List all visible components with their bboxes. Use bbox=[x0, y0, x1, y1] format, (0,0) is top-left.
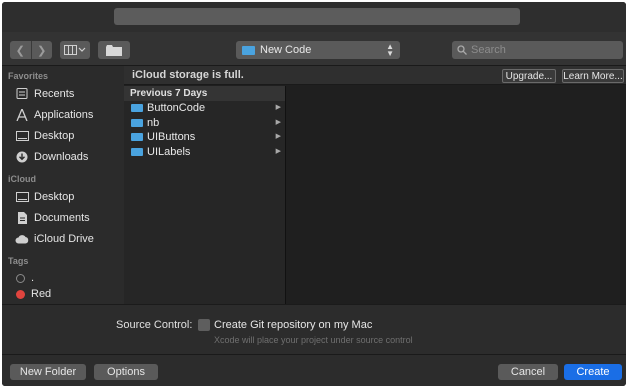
list-item[interactable]: UILabels ▶ bbox=[124, 145, 285, 160]
chevron-right-icon: ▶ bbox=[275, 118, 281, 126]
chevron-updown-icon: ▲ ▼ bbox=[386, 42, 394, 58]
source-control-label: Source Control: bbox=[116, 319, 193, 331]
sidebar-tag[interactable]: . bbox=[2, 270, 124, 286]
search-icon bbox=[457, 45, 467, 55]
sidebar-item-label: Desktop bbox=[34, 129, 75, 142]
sidebar-item-label: Documents bbox=[34, 211, 90, 224]
column-header: Previous 7 Days bbox=[124, 86, 285, 101]
location-popup[interactable]: New Code ▲ ▼ bbox=[236, 41, 400, 59]
cancel-button[interactable]: Cancel bbox=[498, 364, 558, 380]
sidebar-item-label: Applications bbox=[34, 108, 94, 121]
sidebar-item-downloads[interactable]: Downloads bbox=[2, 146, 124, 167]
folder-icon bbox=[242, 45, 255, 55]
upgrade-button[interactable]: Upgrade... bbox=[502, 69, 556, 83]
tag-dot-icon bbox=[16, 273, 25, 283]
create-button[interactable]: Create bbox=[564, 364, 622, 380]
new-folder-button[interactable]: New Folder bbox=[10, 364, 86, 380]
list-item[interactable]: ButtonCode ▶ bbox=[124, 101, 285, 116]
save-dialog: ❮ ❯ New Code ▲ ▼ Search Favorites Recent… bbox=[2, 2, 626, 386]
cloud-icon bbox=[15, 233, 29, 245]
sidebar-item-documents[interactable]: Documents bbox=[2, 207, 124, 228]
options-panel: Source Control: Create Git repository on… bbox=[2, 304, 626, 354]
learn-more-button[interactable]: Learn More... bbox=[562, 69, 624, 83]
icloud-storage-banner: iCloud storage is full. Upgrade... Learn… bbox=[124, 66, 626, 85]
sidebar-tag-red[interactable]: Red bbox=[2, 286, 124, 302]
tags-heading: Tags bbox=[8, 256, 29, 266]
folder-name: ButtonCode bbox=[147, 102, 206, 115]
sidebar-item-icloud-desktop[interactable]: Desktop bbox=[2, 186, 124, 207]
location-label: New Code bbox=[260, 44, 312, 56]
sidebar-item-desktop[interactable]: Desktop bbox=[2, 125, 124, 146]
documents-icon bbox=[15, 211, 29, 224]
list-item[interactable]: nb ▶ bbox=[124, 116, 285, 131]
options-button[interactable]: Options bbox=[94, 364, 158, 380]
sidebar: Favorites Recents Applications Desktop D… bbox=[2, 66, 124, 304]
back-icon[interactable]: ❮ bbox=[10, 41, 31, 59]
columns-view-icon bbox=[64, 45, 86, 55]
folder-icon bbox=[131, 104, 143, 113]
desktop-icon bbox=[15, 191, 29, 203]
folder-icon bbox=[131, 133, 143, 142]
browser-column: Previous 7 Days ButtonCode ▶ nb ▶ UIButt… bbox=[124, 86, 286, 304]
tag-label: Red bbox=[31, 288, 52, 300]
folder-name: nb bbox=[147, 116, 160, 129]
folder-icon bbox=[131, 118, 143, 127]
folder-icon bbox=[106, 44, 122, 56]
git-repository-checkbox[interactable] bbox=[198, 319, 210, 331]
sidebar-item-label: Recents bbox=[34, 87, 75, 100]
chevron-right-icon: ▶ bbox=[275, 133, 281, 140]
folder-name: UILabels bbox=[147, 145, 191, 158]
title-bar bbox=[2, 2, 626, 32]
project-name-field[interactable] bbox=[114, 8, 520, 25]
sidebar-item-applications[interactable]: Applications bbox=[2, 104, 124, 125]
sidebar-item-label: iCloud Drive bbox=[34, 232, 94, 245]
tag-label: . bbox=[31, 272, 35, 284]
search-field[interactable] bbox=[452, 41, 623, 59]
folder-icon bbox=[131, 147, 143, 156]
sidebar-item-recents[interactable]: Recents bbox=[2, 83, 124, 104]
forward-icon[interactable]: ❯ bbox=[30, 41, 53, 59]
search-input[interactable] bbox=[471, 44, 611, 56]
downloads-icon bbox=[15, 151, 29, 163]
banner-text: iCloud storage is full. bbox=[132, 69, 244, 81]
clock-icon bbox=[15, 88, 29, 100]
sidebar-item-icloud-drive[interactable]: iCloud Drive bbox=[2, 228, 124, 249]
view-mode-button[interactable] bbox=[60, 41, 90, 59]
list-item[interactable]: UIButtons ▶ bbox=[124, 130, 285, 145]
source-control-hint: Xcode will place your project under sour… bbox=[214, 335, 413, 345]
navigation-buttons: ❮ ❯ bbox=[10, 41, 52, 59]
tag-dot-icon bbox=[16, 289, 25, 299]
sidebar-item-label: Downloads bbox=[34, 150, 89, 163]
dialog-footer: New Folder Options Cancel Create bbox=[2, 354, 626, 386]
new-folder-toolbar-button[interactable] bbox=[98, 41, 130, 59]
applications-icon bbox=[15, 108, 29, 121]
desktop-icon bbox=[15, 130, 29, 142]
sidebar-item-label: Desktop bbox=[34, 190, 75, 203]
folder-name: UIButtons bbox=[147, 131, 196, 144]
chevron-right-icon: ▶ bbox=[275, 147, 281, 155]
toolbar: ❮ ❯ New Code ▲ ▼ bbox=[2, 32, 626, 66]
favorites-heading: Favorites bbox=[8, 71, 49, 81]
file-browser: iCloud storage is full. Upgrade... Learn… bbox=[124, 66, 626, 304]
chevron-right-icon: ▶ bbox=[275, 104, 281, 111]
git-repository-label[interactable]: Create Git repository on my Mac bbox=[214, 319, 372, 331]
icloud-heading: iCloud bbox=[8, 174, 36, 184]
